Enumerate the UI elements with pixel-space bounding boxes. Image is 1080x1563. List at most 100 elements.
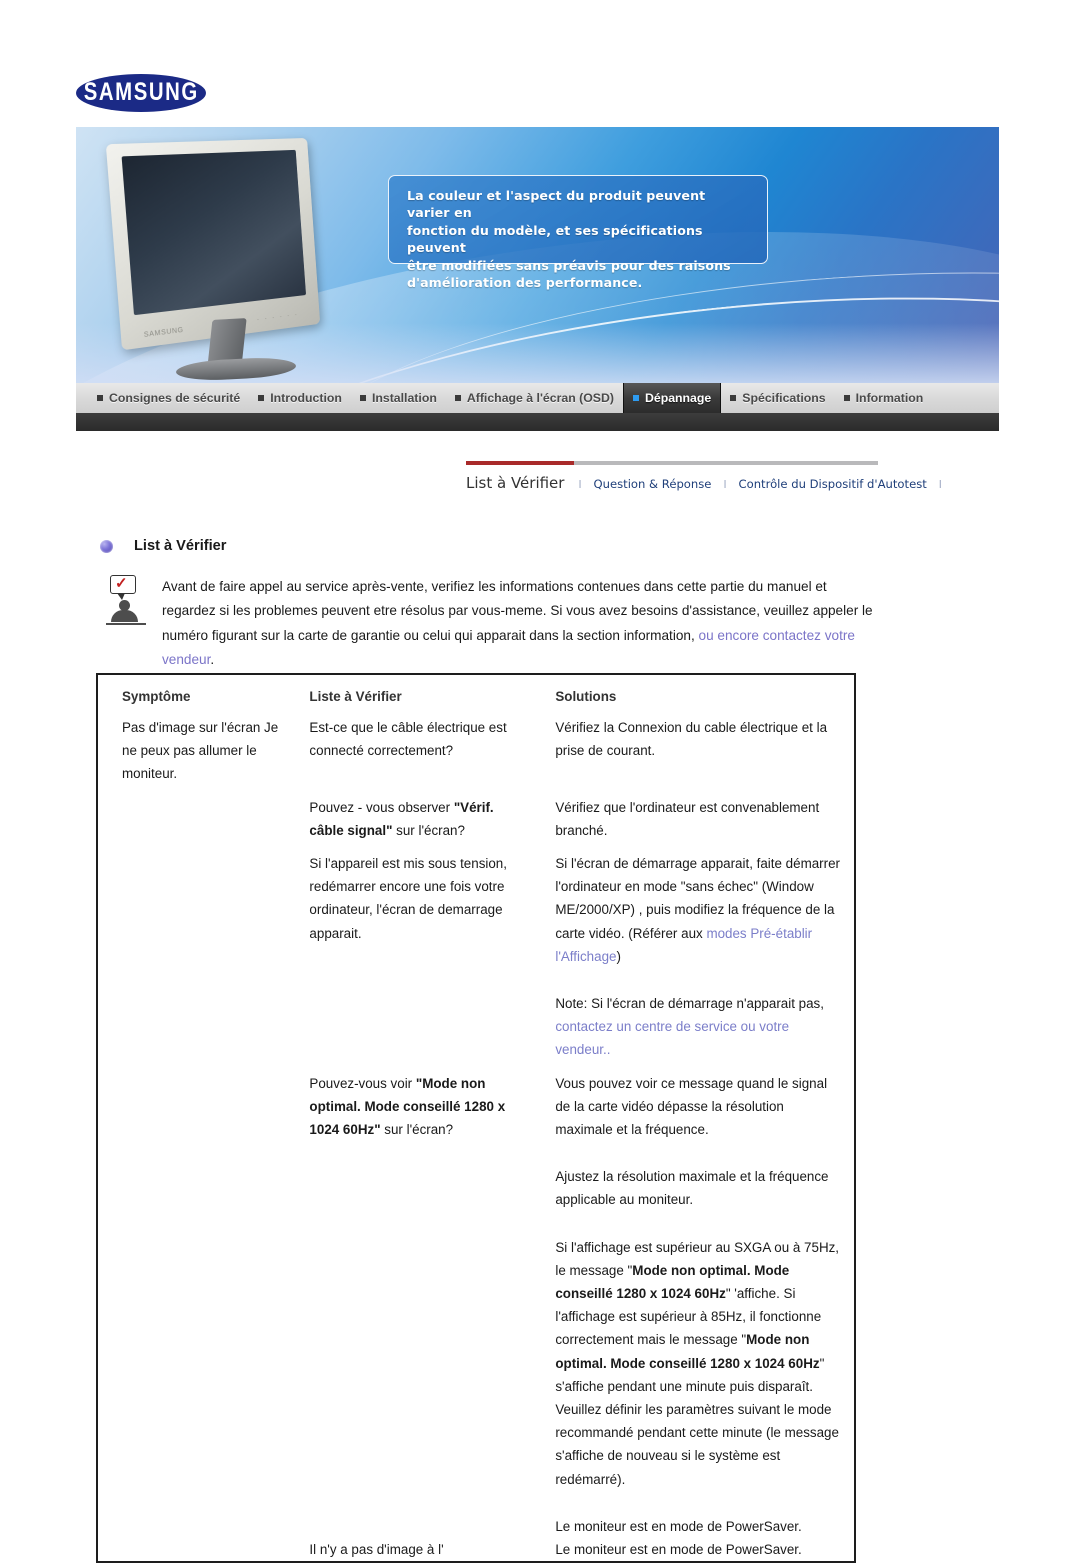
nav-item-introduction[interactable]: Introduction	[249, 383, 351, 413]
solution-block: Vous pouvez voir ce message quand le sig…	[555, 1072, 844, 1142]
cell-solution: Vérifiez la Connexion du cable électriqu…	[527, 716, 854, 786]
intro-block: ✓ Avant de faire appel au service après-…	[104, 575, 880, 673]
table-row: Pas d'image sur l'écran Je ne peux pas a…	[98, 716, 854, 786]
cell-symptom-empty	[98, 1538, 303, 1561]
nav-item-specifications[interactable]: Spécifications	[721, 383, 834, 413]
samsung-logo: SAMSUNG	[76, 74, 206, 112]
cell-check: Est-ce que le câble électrique est conne…	[303, 716, 527, 786]
solution-post: )	[616, 949, 620, 964]
column-header-solutions: Solutions	[527, 675, 854, 716]
nav-item-information[interactable]: Information	[835, 383, 933, 413]
square-bullet-icon	[360, 395, 366, 401]
subnav-item-question-reponse[interactable]: Question & Réponse	[584, 477, 722, 491]
square-bullet-icon	[455, 395, 461, 401]
banner-disclaimer-callout: La couleur et l'aspect du produit peuven…	[388, 175, 768, 264]
solution-block: Le moniteur est en mode de PowerSaver.	[555, 1515, 844, 1538]
monitor-button-strip: - - - - - -	[257, 312, 299, 323]
square-bullet-icon	[844, 395, 850, 401]
cell-check: Si l'appareil est mis sous tension, redé…	[303, 852, 527, 1062]
page-title: List à Vérifier	[134, 538, 226, 554]
intro-text-part2: .	[210, 652, 214, 667]
nav-item-label: Introduction	[270, 391, 342, 405]
subnav-rule	[466, 461, 878, 465]
cell-solution: Vérifiez que l'ordinateur est convenable…	[527, 796, 854, 842]
check-post: sur l'écran?	[392, 823, 465, 838]
cell-check: Pouvez - vous observer "Vérif. câble sig…	[303, 796, 527, 842]
monitor-bezel: SAMSUNG - - - - - -	[106, 138, 320, 350]
table-row: Il n'y a pas d'image à l' Le moniteur es…	[98, 1538, 854, 1561]
monitor-product-image: SAMSUNG - - - - - -	[114, 141, 354, 376]
logo-text: SAMSUNG	[83, 79, 198, 107]
square-bullet-icon	[97, 395, 103, 401]
solution-post: " 'affiche.	[726, 1286, 780, 1301]
monitor-screen	[122, 150, 306, 315]
nav-bottom-strip	[76, 413, 999, 431]
cell-check: Pouvez-vous voir "Mode non optimal. Mode…	[303, 1072, 527, 1538]
square-bullet-icon	[730, 395, 736, 401]
nav-item-label: Spécifications	[742, 391, 825, 405]
check-pre: Pouvez - vous observer	[309, 800, 453, 815]
table-spacer-row	[98, 1062, 854, 1072]
person-base-line	[106, 623, 146, 625]
solution-block: Ajustez la résolution maximale et la fré…	[555, 1165, 844, 1211]
table-row: Pouvez-vous voir "Mode non optimal. Mode…	[98, 1072, 854, 1538]
table-spacer-row	[98, 786, 854, 796]
cell-symptom: Pas d'image sur l'écran Je ne peux pas a…	[98, 716, 303, 786]
subnav-item-controle-autotest[interactable]: Contrôle du Dispositif d'Autotest	[729, 477, 937, 491]
table-row: Pouvez - vous observer "Vérif. câble sig…	[98, 796, 854, 842]
speech-bubble-tail	[117, 593, 125, 600]
cell-solution: Vous pouvez voir ce message quand le sig…	[527, 1072, 854, 1538]
callout-line-3: être modifiées sans préavis pour des rai…	[407, 257, 751, 274]
solution-block-rich: Si l'affichage est supérieur au SXGA ou …	[555, 1236, 844, 1491]
callout-line-4: d'amélioration des performance.	[407, 274, 751, 291]
square-bullet-icon	[258, 395, 264, 401]
note-pre: Note: Si l'écran de démarrage n'apparait…	[555, 996, 824, 1011]
cell-solution: Le moniteur est en mode de PowerSaver.	[527, 1538, 854, 1561]
cell-solution: Si l'écran de démarrage apparait, faite …	[527, 852, 854, 1062]
notice-person-icon: ✓	[104, 575, 148, 629]
nav-item-label: Affichage à l'écran (OSD)	[467, 391, 614, 405]
nav-item-label: Installation	[372, 391, 437, 405]
check-pre: Pouvez-vous voir	[309, 1076, 415, 1091]
check-post: sur l'écran?	[381, 1122, 454, 1137]
check-mark-icon: ✓	[115, 576, 128, 592]
monitor-brand-label: SAMSUNG	[144, 327, 184, 339]
callout-line-2: fonction du modèle, et ses spécification…	[407, 222, 751, 257]
nav-item-label: Dépannage	[645, 391, 711, 405]
cell-symptom-empty	[98, 796, 303, 842]
subnav-separator: l	[937, 478, 944, 491]
square-bullet-icon-active	[633, 395, 639, 401]
checklist-table: Symptôme Liste à Vérifier Solutions Pas …	[98, 675, 854, 1561]
cell-check: Il n'y a pas d'image à l'	[303, 1538, 527, 1561]
subnav-separator: l	[721, 478, 728, 491]
sub-navigation[interactable]: List à Vérifier l Question & Réponse l C…	[466, 461, 878, 492]
solution-block: Si l'écran de démarrage apparait, faite …	[555, 852, 844, 968]
nav-item-affichage-osd[interactable]: Affichage à l'écran (OSD)	[446, 383, 623, 413]
nav-item-label: Information	[856, 391, 924, 405]
nav-item-depannage[interactable]: Dépannage	[623, 383, 721, 413]
orb-bullet-icon	[100, 540, 113, 553]
solution-post-2: " s'affiche pendant une minute puis disp…	[555, 1356, 839, 1487]
solution-link-contactez-service[interactable]: contactez un centre de service ou votre …	[555, 1019, 789, 1057]
intro-paragraph: Avant de faire appel au service après-ve…	[162, 575, 880, 673]
callout-line-1: La couleur et l'aspect du produit peuven…	[407, 187, 751, 222]
subnav-separator: l	[576, 478, 583, 491]
table-header-row: Symptôme Liste à Vérifier Solutions	[98, 675, 854, 716]
column-header-symptome: Symptôme	[98, 675, 303, 716]
nav-item-consignes-de-securite[interactable]: Consignes de sécurité	[88, 383, 249, 413]
table-row: Si l'appareil est mis sous tension, redé…	[98, 852, 854, 1062]
main-navigation-bar[interactable]: Consignes de sécurité Introduction Insta…	[76, 383, 999, 413]
subnav-items: List à Vérifier l Question & Réponse l C…	[466, 474, 878, 492]
checklist-table-container: Symptôme Liste à Vérifier Solutions Pas …	[96, 673, 856, 1563]
table-spacer-row	[98, 842, 854, 852]
solution-note-block: Note: Si l'écran de démarrage n'apparait…	[555, 992, 844, 1062]
section-heading: List à Vérifier	[100, 538, 226, 554]
cell-symptom-empty	[98, 1072, 303, 1538]
person-body-icon	[111, 610, 138, 622]
logo-ellipse: SAMSUNG	[76, 74, 206, 112]
column-header-liste-a-verifier: Liste à Vérifier	[303, 675, 527, 716]
subnav-item-list-a-verifier[interactable]: List à Vérifier	[466, 474, 576, 492]
hero-banner: SAMSUNG - - - - - - La couleur et l'aspe…	[76, 127, 999, 383]
nav-item-installation[interactable]: Installation	[351, 383, 446, 413]
cell-symptom-empty	[98, 852, 303, 1062]
